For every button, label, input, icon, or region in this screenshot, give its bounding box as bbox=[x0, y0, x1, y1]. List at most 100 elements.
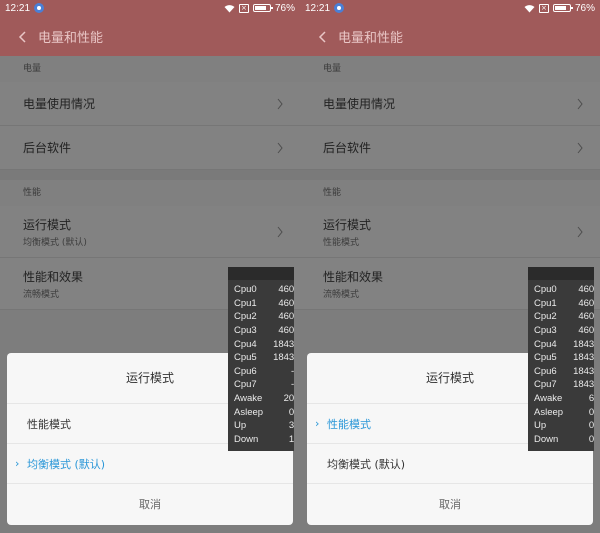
section-label-performance: 性能 bbox=[0, 180, 300, 206]
option-label: 均衡模式 (默认) bbox=[327, 457, 406, 471]
cpu-value: 460 bbox=[278, 325, 295, 337]
row-title: 电量使用情况 bbox=[23, 97, 96, 111]
cpu-value: 1 bbox=[288, 433, 295, 445]
cpu-monitor-header bbox=[528, 267, 594, 280]
cpu-key: Cpu4 bbox=[534, 338, 557, 350]
cpu-key: Cpu0 bbox=[534, 284, 557, 296]
cpu-table: Cpu0 460 Cpu1 460 Cpu2 460 Cpu3 460 Cpu4 1843 Cpu5… bbox=[528, 283, 598, 446]
cpu-key: Down bbox=[534, 433, 559, 445]
cpu-monitor-header bbox=[228, 267, 294, 280]
cpu-value: 3 bbox=[288, 420, 295, 432]
section-label-power: 电量 bbox=[0, 56, 300, 82]
cpu-row: Asleep 0 bbox=[528, 405, 598, 419]
chevron-right-icon bbox=[277, 98, 283, 109]
cpu-value: 1843 bbox=[573, 365, 595, 377]
row-background-apps[interactable]: 后台软件 bbox=[300, 126, 600, 170]
cpu-value: 20 bbox=[283, 393, 295, 405]
cpu-row: Cpu7 1843 bbox=[528, 378, 598, 392]
cpu-row: Cpu5 1843 bbox=[228, 351, 298, 365]
row-background-apps[interactable]: 后台软件 bbox=[0, 126, 300, 170]
cpu-value: 460 bbox=[278, 284, 295, 296]
cpu-key: Cpu3 bbox=[234, 325, 257, 337]
cpu-table: Cpu0 460 Cpu1 460 Cpu2 460 Cpu3 460 Cpu4 1843 Cpu5… bbox=[228, 283, 298, 446]
wifi-icon bbox=[224, 4, 235, 13]
cpu-value: 460 bbox=[578, 297, 595, 309]
cpu-key: Cpu1 bbox=[534, 297, 557, 309]
cpu-key: Cpu5 bbox=[534, 352, 557, 364]
chevron-left-icon[interactable] bbox=[18, 29, 28, 43]
cpu-row: Cpu3 460 bbox=[228, 324, 298, 338]
cpu-key: Awake bbox=[534, 393, 563, 405]
cpu-key: Down bbox=[234, 433, 259, 445]
cpu-row: Cpu4 1843 bbox=[228, 337, 298, 351]
cpu-value: 1843 bbox=[273, 338, 295, 350]
row-subtitle: 均衡模式 (默认) bbox=[23, 237, 87, 248]
cpu-row: Up 3 bbox=[228, 419, 298, 433]
cpu-key: Cpu7 bbox=[234, 379, 257, 391]
chevron-right-icon bbox=[277, 226, 283, 237]
row-run-mode[interactable]: 运行模式 性能模式 bbox=[300, 206, 600, 258]
cpu-key: Cpu3 bbox=[534, 325, 557, 337]
status-bar: 12:21 × 76% bbox=[300, 0, 600, 16]
screen-right: 12:21 × 76% 电量和性能 电量 电量使用情况 后台软件 性能 运行模式… bbox=[300, 0, 600, 533]
cpu-row: Cpu6 1843 bbox=[528, 365, 598, 379]
cpu-row: Cpu3 460 bbox=[528, 324, 598, 338]
cpu-key: Cpu6 bbox=[534, 365, 557, 377]
cpu-row: Cpu2 460 bbox=[228, 310, 298, 324]
chevron-left-icon[interactable] bbox=[318, 29, 328, 43]
row-title: 后台软件 bbox=[23, 141, 72, 155]
battery-icon bbox=[552, 4, 573, 12]
cpu-row: Cpu0 460 bbox=[228, 283, 298, 297]
cpu-key: Up bbox=[534, 420, 547, 432]
cpu-value: 460 bbox=[578, 325, 595, 337]
chevron-right-icon: › bbox=[15, 457, 20, 470]
row-title: 运行模式 bbox=[23, 217, 72, 232]
cpu-monitor-overlay: Cpu0 460 Cpu1 460 Cpu2 460 Cpu3 460 Cpu4 1843 Cpu5… bbox=[528, 267, 594, 451]
cpu-monitor-overlay: Cpu0 460 Cpu1 460 Cpu2 460 Cpu3 460 Cpu4 1843 Cpu5… bbox=[228, 267, 294, 451]
cancel-button[interactable]: 取消 bbox=[307, 483, 593, 525]
section-label-power: 电量 bbox=[300, 56, 600, 82]
screen-left: 12:21 × 76% 电量和性能 电量 电量使用情况 后台软件 性能 运行模式… bbox=[0, 0, 300, 533]
cpu-row: Cpu5 1843 bbox=[528, 351, 598, 365]
app-header: 电量和性能 bbox=[0, 16, 300, 56]
battery-percent: 76% bbox=[274, 2, 295, 14]
section-gap bbox=[0, 170, 300, 180]
cpu-value: 1843 bbox=[573, 379, 595, 391]
cpu-value: 460 bbox=[578, 311, 595, 323]
wifi-icon bbox=[524, 4, 535, 13]
cpu-key: Awake bbox=[234, 393, 263, 405]
status-time: 12:21 bbox=[5, 2, 31, 14]
battery-percent: 76% bbox=[574, 2, 595, 14]
cpu-row: Cpu1 460 bbox=[528, 297, 598, 311]
cpu-key: Cpu1 bbox=[234, 297, 257, 309]
cpu-row: Cpu7 - bbox=[228, 378, 298, 392]
row-run-mode[interactable]: 运行模式 均衡模式 (默认) bbox=[0, 206, 300, 258]
cpu-value: 460 bbox=[278, 311, 295, 323]
section-gap bbox=[300, 170, 600, 180]
cpu-key: Asleep bbox=[234, 406, 264, 418]
chevron-right-icon bbox=[577, 226, 583, 237]
chevron-right-icon: › bbox=[315, 417, 320, 430]
row-title: 电量使用情况 bbox=[323, 97, 396, 111]
cpu-value: 0 bbox=[588, 406, 595, 418]
notification-icon bbox=[34, 3, 45, 13]
row-subtitle: 性能模式 bbox=[323, 237, 360, 248]
cpu-row: Cpu6 - bbox=[228, 365, 298, 379]
cpu-value: 0 bbox=[588, 433, 595, 445]
cpu-value: 1843 bbox=[573, 352, 595, 364]
row-power-usage[interactable]: 电量使用情况 bbox=[300, 82, 600, 126]
notification-icon bbox=[334, 3, 345, 13]
cpu-row: Cpu0 460 bbox=[528, 283, 598, 297]
chevron-right-icon bbox=[277, 142, 283, 153]
cpu-row: Cpu4 1843 bbox=[528, 337, 598, 351]
option-label: 性能模式 bbox=[327, 417, 371, 431]
cpu-row: Awake 20 bbox=[228, 392, 298, 406]
cpu-row: Up 0 bbox=[528, 419, 598, 433]
cpu-key: Cpu5 bbox=[234, 352, 257, 364]
cpu-value: 0 bbox=[588, 420, 595, 432]
cpu-key: Asleep bbox=[534, 406, 564, 418]
status-time: 12:21 bbox=[305, 2, 331, 14]
row-power-usage[interactable]: 电量使用情况 bbox=[0, 82, 300, 126]
option-label: 性能模式 bbox=[27, 417, 71, 431]
cancel-button[interactable]: 取消 bbox=[7, 483, 293, 525]
